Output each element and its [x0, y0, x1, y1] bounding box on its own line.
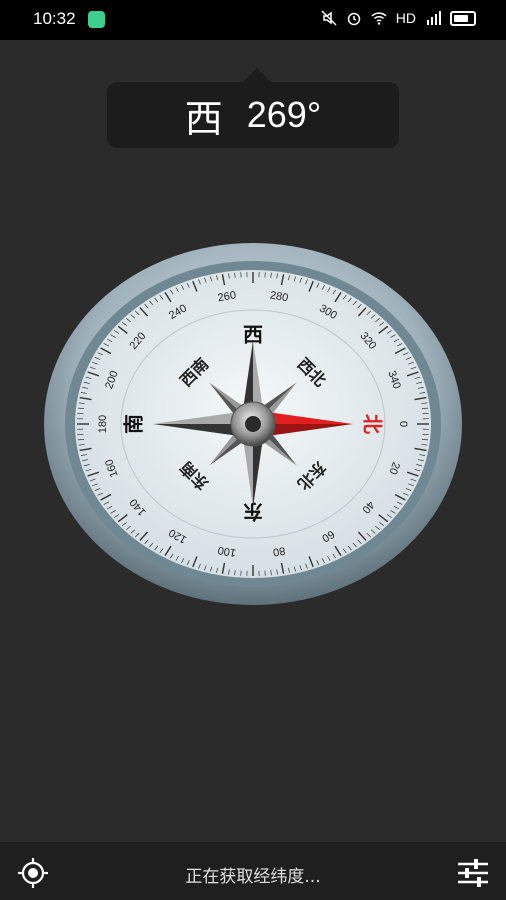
status-bar: 10:32 HD — [0, 0, 506, 40]
status-indicators: HD — [321, 10, 476, 26]
compass-hub-center — [245, 416, 261, 432]
heading-readout: 西 269° — [107, 68, 399, 148]
direction-label-east: 东 — [243, 500, 263, 524]
status-time: 10:32 — [33, 9, 76, 28]
battery-icon — [450, 10, 476, 26]
mute-icon — [321, 10, 337, 26]
settings-sliders-icon[interactable] — [456, 856, 490, 890]
location-status-text: 正在获取经纬度... — [185, 867, 321, 887]
degree-label: 80 — [272, 544, 286, 558]
direction-label-south: 南 — [122, 414, 146, 434]
direction-label-west: 西 — [243, 323, 263, 347]
heading-direction: 西 — [184, 96, 225, 141]
phone-call-icon — [88, 11, 105, 28]
heading-degrees: 269° — [246, 94, 322, 135]
degree-label: 0 — [397, 421, 409, 427]
compass-dial: 020406080100120140160180200220240260 2803… — [44, 243, 462, 605]
bottom-bar: 正在获取经纬度... — [0, 842, 506, 900]
wifi-icon — [371, 12, 387, 25]
direction-label-north: 北 — [361, 414, 385, 434]
degree-label: 180 — [97, 415, 109, 433]
network-label: HD — [395, 10, 416, 26]
cellular-signal-icon — [427, 11, 441, 25]
alarm-icon — [347, 12, 361, 26]
